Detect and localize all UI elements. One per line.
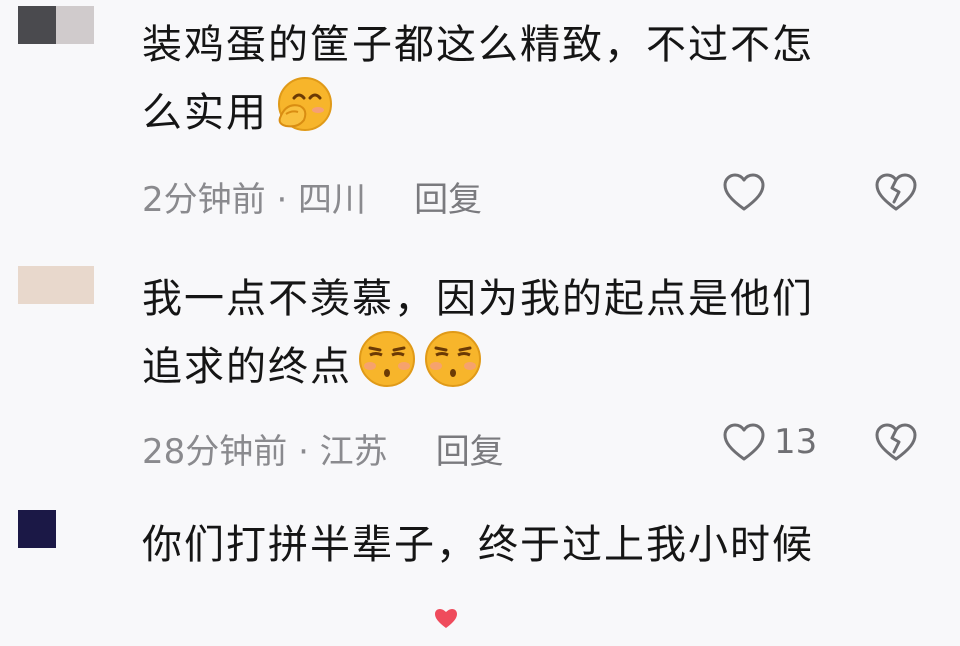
comment-text: 你们打拼半辈子，终于过上我小时候 [142,516,922,632]
heart-icon [722,172,766,212]
broken-heart-icon [874,172,918,212]
avatar-left-block [18,266,56,304]
comment-meta: 2分钟前 · 四川 回复 [142,172,482,221]
avatar[interactable] [18,6,94,44]
comment-text-line: 我一点不羡慕，因为我的起点是他们 [142,276,814,322]
dislike-button[interactable] [874,172,918,212]
comment-text-line: 么实用 [142,74,922,142]
avatar-right-block [56,266,94,304]
heart-icon [722,422,766,462]
avatar[interactable] [18,510,94,548]
comment-text-line-2: 么实用 [142,90,268,136]
comment-meta: 28分钟前 · 江苏 回复 [142,424,504,473]
reply-button[interactable]: 回复 [414,172,482,221]
avatar-left-block [18,6,56,44]
comment-actions [722,172,918,212]
comment-text-line: 你们打拼半辈子，终于过上我小时候 [142,522,814,568]
comment-text-line: 装鸡蛋的筐子都这么精致，不过不怎 [142,22,814,68]
comment-text-line-2: 追求的终点 [142,344,352,390]
comment-actions: 13 [722,422,918,462]
avatar-left-block [18,510,56,548]
heart-emoji [434,588,458,646]
broken-heart-icon [874,422,918,462]
comment-text: 装鸡蛋的筐子都这么精致，不过不怎 么实用 [142,16,922,142]
unamused-face-emoji [422,328,484,390]
comment-text-line: 追求的终点 [142,328,922,396]
comment-text: 我一点不羡慕，因为我的起点是他们 追求的终点 [142,270,922,396]
covering-mouth-laugh-emoji [272,74,334,136]
like-button[interactable]: 13 [722,422,818,462]
unamused-face-emoji [356,328,418,390]
comment-time-location: 28分钟前 · 江苏 [142,432,388,472]
comment-time-location: 2分钟前 · 四川 [142,180,367,220]
avatar-right-block [56,510,94,548]
reply-button[interactable]: 回复 [436,424,504,473]
avatar-right-block [56,6,94,44]
like-button[interactable] [722,172,818,212]
comment-text-line-partial [142,574,922,632]
like-count: 13 [774,422,818,462]
dislike-button[interactable] [874,422,918,462]
avatar[interactable] [18,266,94,304]
